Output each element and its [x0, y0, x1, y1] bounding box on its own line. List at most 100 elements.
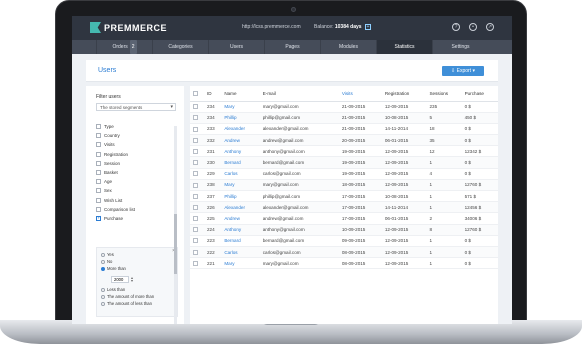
option-more-than[interactable]: More than: [101, 266, 126, 271]
filter-item[interactable]: Type: [96, 122, 176, 131]
cell-name[interactable]: Phillip: [221, 112, 260, 124]
filter-checkbox[interactable]: [96, 160, 101, 166]
cell-name[interactable]: Anthony: [221, 145, 260, 158]
table-row[interactable]: 234 Phillip phillip@gmail.com 21-09-2015 10-…: [190, 112, 498, 124]
filter-checkbox[interactable]: [96, 170, 101, 176]
nav-tab-orders[interactable]: Orders 2: [96, 40, 152, 54]
more-than-stepper[interactable]: ▴ ▾: [131, 276, 133, 283]
table-row[interactable]: 229 Carlos carlos@gmail.com 19-09-2015 12-09…: [190, 168, 498, 180]
col-id[interactable]: ID: [204, 86, 222, 102]
table-row[interactable]: 223 Bernard bernard@gmail.com 09-09-2015 12-…: [190, 235, 498, 247]
filter-item[interactable]: Registration: [96, 150, 176, 159]
filter-checkbox[interactable]: [96, 133, 101, 139]
site-url[interactable]: http://lcss.premmerce.com: [242, 24, 301, 30]
nav-tab-statistics[interactable]: Statistics: [376, 40, 432, 54]
cell-name[interactable]: Alexander: [221, 123, 260, 136]
table-row[interactable]: 238 Mary mary@gmail.com 18-09-2015 12-09-201…: [190, 179, 498, 192]
cell-name[interactable]: Phillip: [221, 190, 260, 203]
col-visits[interactable]: Visits: [338, 86, 382, 102]
radio-more-than[interactable]: [101, 266, 105, 271]
radio-less-than[interactable]: [101, 287, 105, 292]
filter-checkbox[interactable]: [96, 142, 101, 148]
nav-tab-modules[interactable]: Modules: [320, 40, 376, 54]
cell-name[interactable]: Alexander: [221, 201, 260, 214]
cell-name[interactable]: Bernard: [221, 235, 260, 247]
cell-name[interactable]: Bernard: [221, 156, 260, 169]
filter-item[interactable]: Country: [96, 131, 176, 140]
table-row[interactable]: 226 Alexander alexander@gmail.com 17-09-201…: [190, 201, 498, 214]
table-row[interactable]: 224 Anthony anthony@gmail.com 10-09-2015 12-…: [190, 224, 498, 236]
row-checkbox[interactable]: [193, 260, 198, 266]
user-icon[interactable]: •: [469, 23, 477, 31]
option-amount-less[interactable]: The amount of less than: [101, 301, 152, 306]
external-link-icon[interactable]: ↗: [486, 23, 494, 31]
radio-no[interactable]: [101, 259, 105, 264]
table-row[interactable]: 221 Mary mary@gmail.com 08-09-2015 12-09-201…: [190, 257, 498, 270]
row-checkbox[interactable]: [193, 204, 198, 210]
filter-item[interactable]: Age: [96, 177, 176, 186]
filter-checkbox[interactable]: [96, 124, 101, 130]
add-balance-button[interactable]: +: [364, 24, 371, 30]
row-checkbox[interactable]: [193, 148, 198, 154]
table-row[interactable]: 233 Alexander alexander@gmail.com 21-09-201…: [190, 123, 498, 136]
filter-checkbox[interactable]: [96, 215, 101, 221]
cell-name[interactable]: Mary: [221, 257, 260, 270]
filter-checkbox[interactable]: [96, 197, 101, 203]
table-row[interactable]: 237 Phillip phillip@gmail.com 17-09-2015 10-…: [190, 190, 498, 203]
segment-select[interactable]: The stored segments ▾: [96, 103, 176, 111]
brand-logo[interactable]: PREMMERCE: [90, 22, 167, 33]
row-checkbox[interactable]: [193, 238, 198, 244]
col-registration[interactable]: Registration: [381, 86, 427, 102]
filter-item[interactable]: Session: [96, 159, 176, 168]
table-row[interactable]: 225 Andrew andrew@gmail.com 17-09-2015 06-01…: [190, 212, 498, 225]
radio-amount-more[interactable]: [101, 294, 105, 299]
row-checkbox[interactable]: [193, 171, 198, 177]
col-sessions[interactable]: Sessions: [426, 86, 462, 102]
row-checkbox[interactable]: [193, 249, 198, 255]
filter-item[interactable]: Wish List: [96, 196, 176, 205]
filter-item[interactable]: Sex: [96, 186, 176, 195]
radio-yes[interactable]: [101, 252, 105, 257]
col-name[interactable]: Name: [221, 86, 260, 102]
nav-tab-categories[interactable]: Categories: [152, 40, 208, 54]
col-purchase[interactable]: Purchase: [461, 86, 498, 102]
table-row[interactable]: 234 Mary mary@gmail.com 21-09-2015 12-09-201…: [190, 101, 498, 113]
radio-amount-less[interactable]: [101, 301, 105, 306]
cell-name[interactable]: Mary: [221, 179, 260, 192]
cell-name[interactable]: Carlos: [221, 168, 260, 180]
row-checkbox[interactable]: [193, 227, 198, 233]
nav-tab-pages[interactable]: Pages: [264, 40, 320, 54]
filter-checkbox[interactable]: [96, 206, 101, 212]
cell-name[interactable]: Mary: [221, 101, 260, 113]
row-checkbox[interactable]: [193, 104, 198, 110]
table-row[interactable]: 232 Andrew andrew@gmail.com 20-09-2015 06-01…: [190, 134, 498, 147]
filter-checkbox[interactable]: [96, 179, 101, 185]
row-checkbox[interactable]: [193, 160, 198, 166]
table-row[interactable]: 231 Anthony anthony@gmail.com 19-09-2015 12-…: [190, 145, 498, 158]
select-all-checkbox[interactable]: [193, 90, 198, 96]
filter-checkbox[interactable]: [96, 151, 101, 157]
nav-tab-settings[interactable]: Settings: [432, 40, 488, 54]
option-less-than[interactable]: Less than: [101, 287, 125, 292]
table-row[interactable]: 230 Bernard bernard@gmail.com 19-09-2015 12-…: [190, 156, 498, 169]
filter-item[interactable]: Comparison list: [96, 205, 176, 214]
export-button[interactable]: ⇩ Export ▾: [442, 66, 484, 76]
filter-item[interactable]: Basket: [96, 168, 176, 177]
filter-checkbox[interactable]: [96, 188, 101, 194]
col-email[interactable]: E-mail: [259, 86, 339, 102]
row-checkbox[interactable]: [193, 182, 198, 188]
cell-name[interactable]: Andrew: [221, 212, 260, 225]
cell-name[interactable]: Carlos: [221, 246, 260, 259]
filter-item[interactable]: Purchase: [96, 214, 176, 223]
row-checkbox[interactable]: [193, 126, 198, 132]
cell-name[interactable]: Andrew: [221, 134, 260, 147]
option-amount-more[interactable]: The amount of more than: [101, 294, 154, 299]
table-row[interactable]: 222 Carlos carlos@gmail.com 08-09-2015 12-09…: [190, 246, 498, 259]
row-checkbox[interactable]: [193, 115, 198, 121]
help-icon[interactable]: ?: [452, 23, 460, 31]
filter-item[interactable]: Visits: [96, 140, 176, 149]
filter-scroll-thumb[interactable]: [174, 214, 177, 274]
more-than-input[interactable]: 2000: [111, 276, 129, 283]
row-checkbox[interactable]: [193, 193, 198, 199]
row-checkbox[interactable]: [193, 216, 198, 222]
